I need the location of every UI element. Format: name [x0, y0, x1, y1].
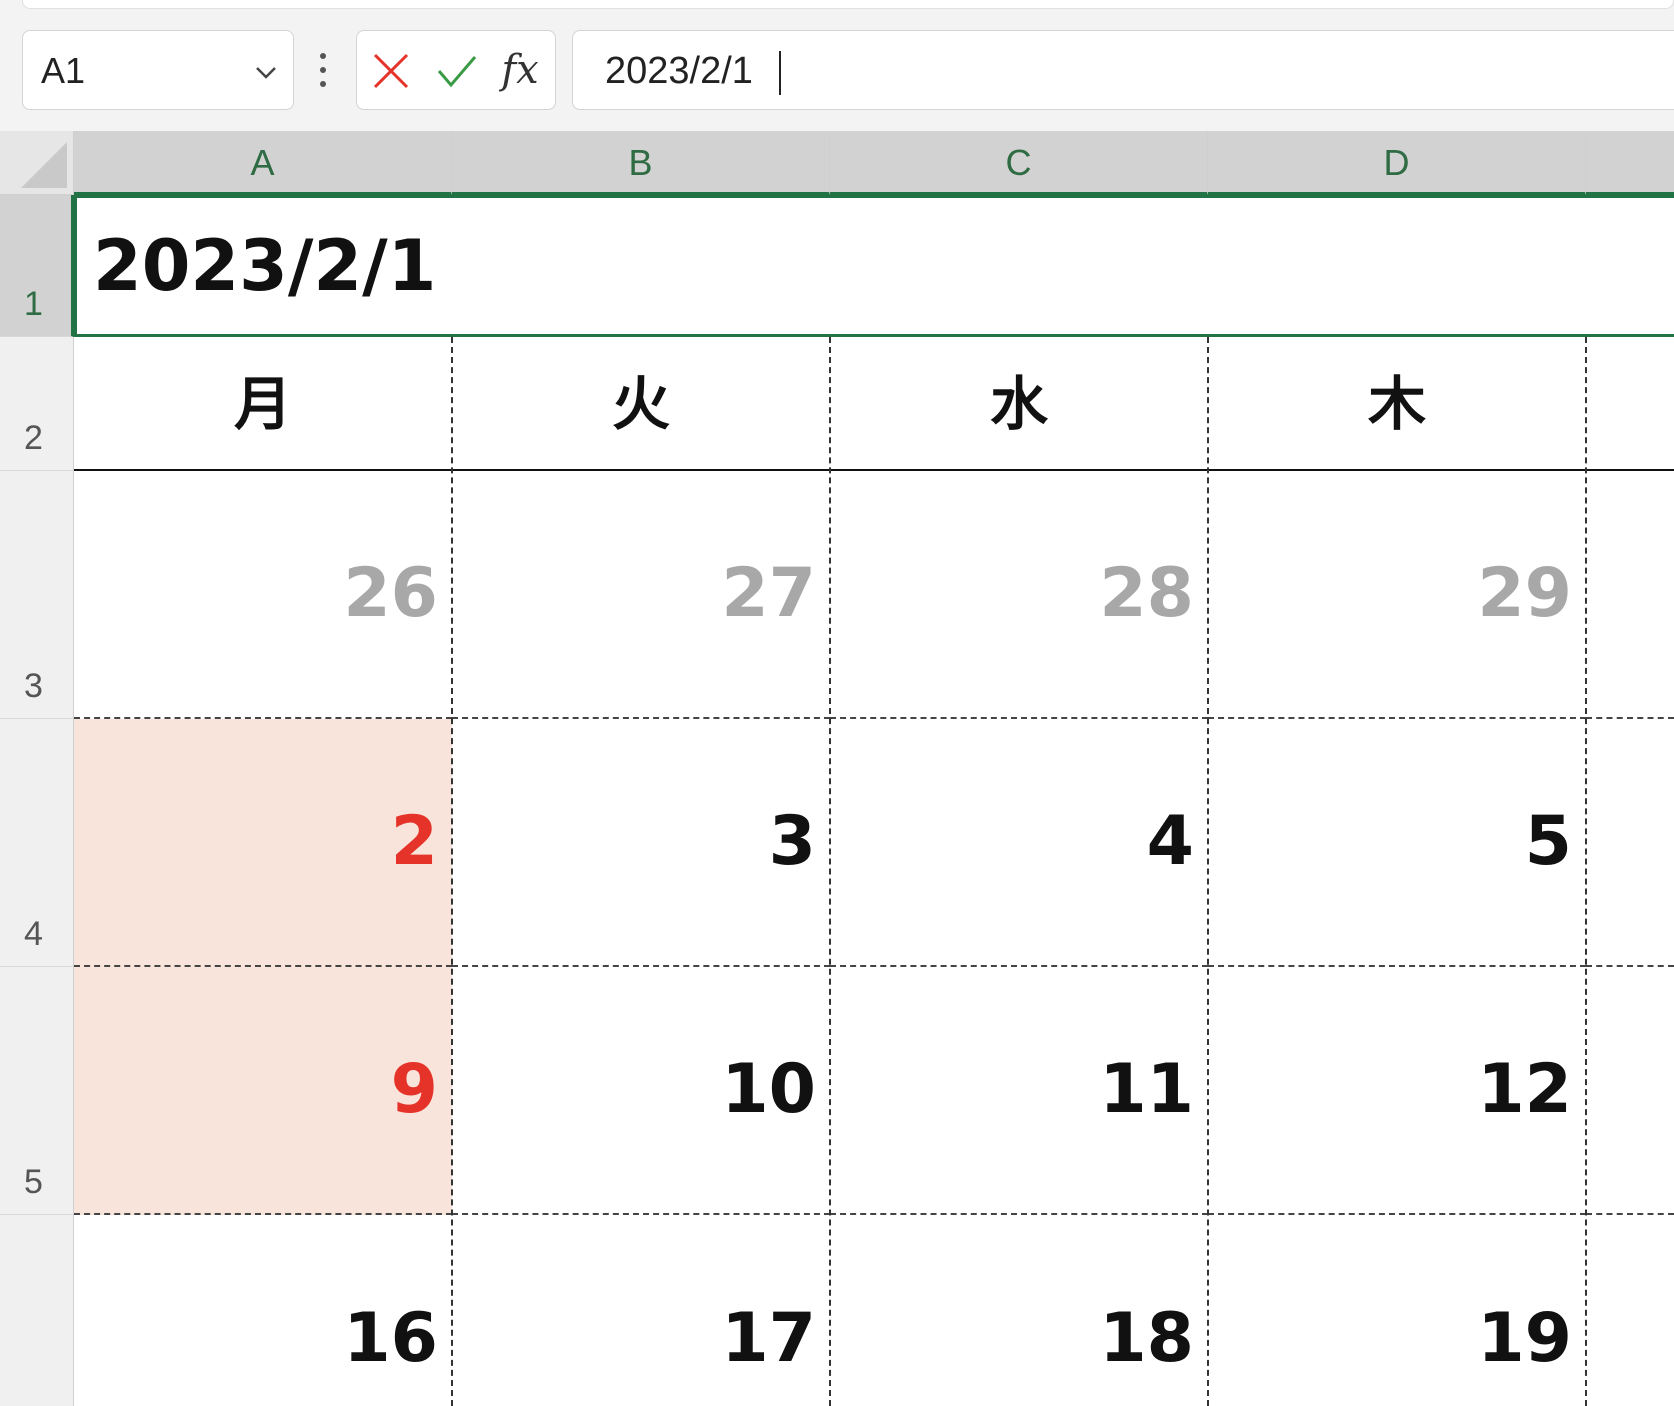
column-divider: [1207, 337, 1209, 1406]
more-options-icon[interactable]: [316, 48, 330, 92]
day-cell[interactable]: 29: [1208, 471, 1586, 719]
day-cell-holiday[interactable]: 9: [74, 967, 452, 1215]
row-header-3[interactable]: 3: [0, 471, 74, 719]
column-header-d[interactable]: D: [1208, 131, 1586, 195]
formula-input[interactable]: 2023/2/1: [572, 30, 1674, 110]
row-header-2[interactable]: 2: [0, 337, 74, 471]
day-cell[interactable]: 27: [452, 471, 830, 719]
column-divider: [1585, 337, 1587, 1406]
month-title-cell[interactable]: 2023/2/1: [74, 195, 1674, 337]
day-cell-holiday[interactable]: 2: [74, 719, 452, 967]
weekday-header-wed[interactable]: 水: [830, 337, 1208, 471]
name-box[interactable]: A1: [22, 30, 294, 110]
formula-buttons: fx: [356, 30, 556, 110]
weekday-header-mon[interactable]: 月: [74, 337, 452, 471]
formula-value: 2023/2/1: [605, 50, 753, 92]
day-cell[interactable]: 4: [830, 719, 1208, 967]
day-cell[interactable]: [1586, 719, 1674, 967]
row-header-1[interactable]: 1: [0, 195, 74, 337]
text-caret: [779, 51, 781, 95]
excel-window: A1 fx 2023/2/1 A B C D 1 2 3 4 5 2023/2/…: [0, 0, 1674, 1406]
day-cell[interactable]: 3: [452, 719, 830, 967]
column-header-a[interactable]: A: [74, 131, 452, 195]
day-cell[interactable]: 18: [830, 1215, 1208, 1406]
weekday-header-tue[interactable]: 火: [452, 337, 830, 471]
weekday-header-thu[interactable]: 木: [1208, 337, 1586, 471]
check-icon[interactable]: [435, 49, 479, 93]
day-cell[interactable]: 17: [452, 1215, 830, 1406]
weekday-header-next[interactable]: [1586, 337, 1674, 471]
day-cell[interactable]: 10: [452, 967, 830, 1215]
day-cell[interactable]: 19: [1208, 1215, 1586, 1406]
column-header-b[interactable]: B: [452, 131, 830, 195]
day-cell[interactable]: [1586, 967, 1674, 1215]
column-divider: [451, 337, 453, 1406]
day-cell[interactable]: 12: [1208, 967, 1586, 1215]
column-header-e[interactable]: [1586, 131, 1674, 195]
day-cell[interactable]: 26: [74, 471, 452, 719]
day-cell[interactable]: 16: [74, 1215, 452, 1406]
chevron-down-icon[interactable]: [251, 57, 281, 87]
row-header-5[interactable]: 5: [0, 967, 74, 1215]
day-cell[interactable]: 5: [1208, 719, 1586, 967]
formula-bar-area: A1 fx 2023/2/1: [0, 18, 1674, 131]
day-cell[interactable]: 28: [830, 471, 1208, 719]
cancel-icon[interactable]: [369, 49, 413, 93]
name-box-value: A1: [41, 50, 86, 91]
month-title: 2023/2/1: [93, 225, 437, 307]
column-header-c[interactable]: C: [830, 131, 1208, 195]
worksheet-grid[interactable]: A B C D 1 2 3 4 5 2023/2/1 月 火 水 木 26 27…: [0, 131, 1674, 1406]
insert-function-icon[interactable]: fx: [495, 45, 545, 95]
ribbon-edge: [0, 0, 1674, 18]
row-header-6[interactable]: [0, 1215, 74, 1406]
select-all-button[interactable]: [0, 131, 74, 195]
day-cell[interactable]: 11: [830, 967, 1208, 1215]
day-cell[interactable]: [1586, 471, 1674, 719]
column-divider: [829, 337, 831, 1406]
row-header-4[interactable]: 4: [0, 719, 74, 967]
